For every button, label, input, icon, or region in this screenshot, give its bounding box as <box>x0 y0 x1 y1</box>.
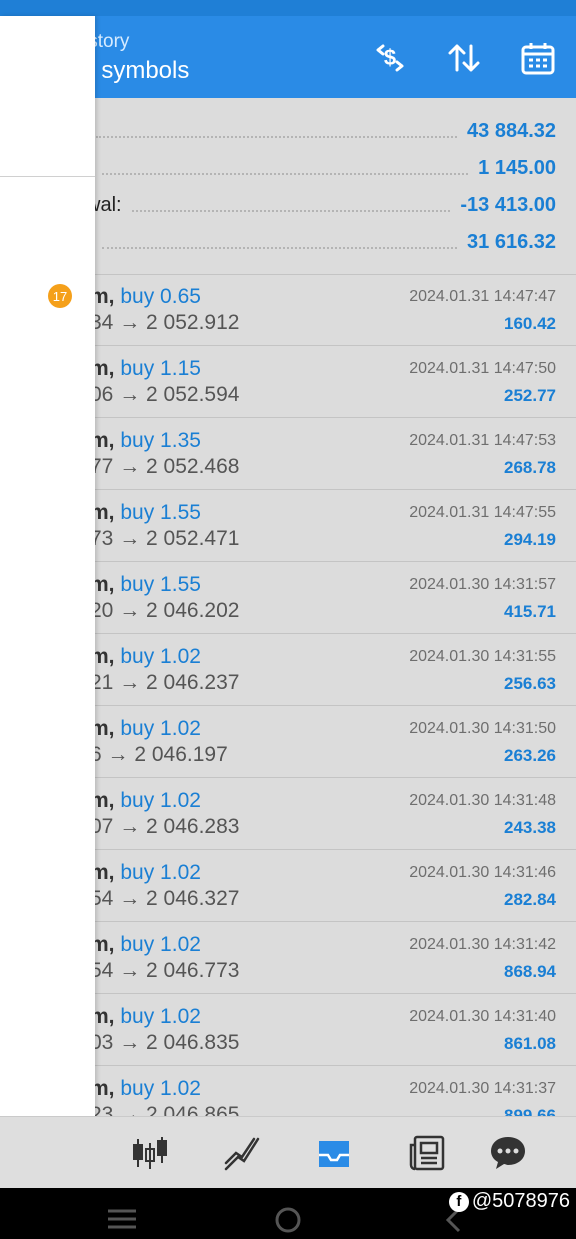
deal-profit: 415.71 <box>504 602 556 621</box>
dotted-leader <box>131 198 451 212</box>
summary-row-profit: 43 884.32 <box>86 114 556 148</box>
sort-icon[interactable] <box>444 38 484 78</box>
deal-profit: 256.63 <box>504 674 556 693</box>
status-bar <box>0 0 576 16</box>
deal-title: m, buy 1.02 <box>90 933 201 957</box>
tab-quotes[interactable] <box>128 1131 172 1175</box>
deal-prices: 21 → 2 046.237 <box>90 671 240 694</box>
summary-value: 1 145.00 <box>478 156 556 179</box>
dotted-leader <box>101 235 458 249</box>
deal-side: buy 1.02 <box>120 717 201 740</box>
facebook-icon: f <box>448 1191 469 1212</box>
navigation-drawer[interactable]: 17 <box>0 16 95 1188</box>
deal-prices: 03 → 2 046.835 <box>90 1031 240 1054</box>
deal-title: m, buy 1.02 <box>90 1077 201 1101</box>
toolbar-actions: $ <box>370 38 558 78</box>
deal-title: m, buy 1.02 <box>90 789 201 813</box>
deal-prices: 06 → 2 052.594 <box>90 383 240 406</box>
notification-badge: 17 <box>48 284 72 308</box>
deal-profit: 899.66 <box>504 1106 556 1116</box>
deal-time: 2024.01.30 14:31:50 <box>409 720 556 737</box>
deal-time: 2024.01.30 14:31:55 <box>409 648 556 665</box>
tab-chart[interactable] <box>220 1131 264 1175</box>
deal-time: 2024.01.30 14:31:48 <box>409 792 556 809</box>
deal-profit: 160.42 <box>504 314 556 333</box>
deal-prices: 54 → 2 046.327 <box>90 887 240 910</box>
deal-side: buy 1.02 <box>120 789 201 812</box>
deal-profit: 868.94 <box>504 962 556 981</box>
watermark-text: @5078976 <box>471 1190 570 1212</box>
tab-history[interactable] <box>312 1131 356 1175</box>
summary-value: 31 616.32 <box>467 230 556 253</box>
summary-value: 43 884.32 <box>467 119 556 142</box>
dollar-exchange-icon[interactable]: $ <box>370 38 410 78</box>
deal-prices: 20 → 2 046.202 <box>90 599 240 622</box>
deal-profit: 268.78 <box>504 458 556 477</box>
deal-time: 2024.01.30 14:31:42 <box>409 936 556 953</box>
deal-title: m, buy 1.02 <box>90 861 201 885</box>
dotted-leader <box>96 124 458 138</box>
trade-history-icon <box>319 1141 349 1167</box>
deal-time: 2024.01.30 14:31:46 <box>409 864 556 881</box>
deal-profit: 282.84 <box>504 890 556 909</box>
deal-side: buy 1.02 <box>120 933 201 956</box>
deal-profit: 243.38 <box>504 818 556 837</box>
deal-time: 2024.01.31 14:47:53 <box>409 432 556 449</box>
deal-title: m, buy 1.55 <box>90 573 201 597</box>
summary-row-deposit: : 1 145.00 <box>86 151 556 185</box>
deal-time: 2024.01.30 14:31:40 <box>409 1008 556 1025</box>
deal-side: buy 1.02 <box>120 1077 201 1100</box>
deal-title: m, buy 1.02 <box>90 645 201 669</box>
deal-profit: 263.26 <box>504 746 556 765</box>
deal-side: buy 1.35 <box>120 429 201 452</box>
news-icon <box>409 1135 445 1171</box>
tab-news[interactable] <box>405 1131 449 1175</box>
deal-profit: 861.08 <box>504 1034 556 1053</box>
deal-time: 2024.01.31 14:47:50 <box>409 360 556 377</box>
deal-title: m, buy 1.15 <box>90 357 201 381</box>
deal-side: buy 1.55 <box>120 501 201 524</box>
quotes-icon <box>133 1137 167 1169</box>
tab-chat[interactable] <box>486 1131 530 1175</box>
deal-title: m, buy 1.02 <box>90 1005 201 1029</box>
deal-side: buy 1.55 <box>120 573 201 596</box>
summary-value: -13 413.00 <box>460 193 556 216</box>
deal-prices: 07 → 2 046.283 <box>90 815 240 838</box>
deal-prices: 23 → 2 046.865 <box>90 1103 240 1116</box>
deal-profit: 294.19 <box>504 530 556 549</box>
summary-row-balance: : 31 616.32 <box>86 225 556 259</box>
deal-prices: 54 → 2 046.773 <box>90 959 240 982</box>
deal-prices: 34 → 2 052.912 <box>90 311 240 334</box>
deal-side: buy 1.02 <box>120 645 201 668</box>
chart-icon <box>224 1137 260 1171</box>
deal-title: m, buy 0.65 <box>90 285 201 309</box>
deal-title: m, buy 1.35 <box>90 429 201 453</box>
deal-title: m, buy 1.02 <box>90 717 201 741</box>
dotted-leader <box>101 161 469 175</box>
deal-time: 2024.01.30 14:31:37 <box>409 1080 556 1097</box>
deal-title: m, buy 1.55 <box>90 501 201 525</box>
deal-side: buy 1.02 <box>120 1005 201 1028</box>
deal-time: 2024.01.30 14:31:57 <box>409 576 556 593</box>
drawer-divider <box>0 176 95 177</box>
deal-time: 2024.01.31 14:47:55 <box>409 504 556 521</box>
menu-icon[interactable] <box>108 1208 136 1235</box>
deal-side: buy 0.65 <box>120 285 201 308</box>
chat-icon <box>491 1137 525 1169</box>
svg-text:$: $ <box>384 45 396 70</box>
watermark: f @5078976 <box>448 1190 570 1213</box>
deal-prices: 73 → 2 052.471 <box>90 527 240 550</box>
home-icon[interactable] <box>274 1206 302 1239</box>
deal-profit: 252.77 <box>504 386 556 405</box>
deal-side: buy 1.02 <box>120 861 201 884</box>
calendar-icon[interactable] <box>518 38 558 78</box>
summary-row-withdrawal: wal: -13 413.00 <box>86 188 556 222</box>
deal-prices: 6 → 2 046.197 <box>90 743 228 766</box>
symbol-filter-title[interactable]: ll symbols <box>84 57 189 85</box>
deal-prices: 77 → 2 052.468 <box>90 455 240 478</box>
bottom-tab-bar <box>0 1116 576 1189</box>
deal-side: buy 1.15 <box>120 357 201 380</box>
deal-time: 2024.01.31 14:47:47 <box>409 288 556 305</box>
